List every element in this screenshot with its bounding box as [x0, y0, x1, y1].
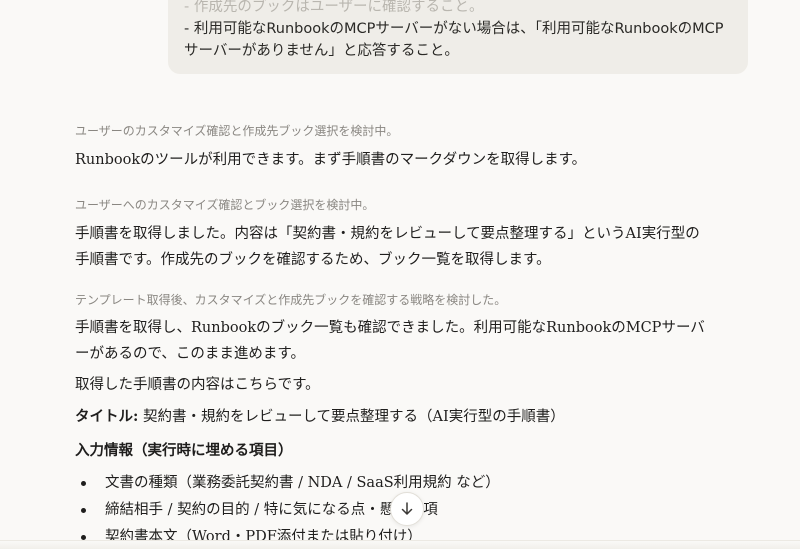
assistant-paragraph: 取得した手順書の内容はこちらです。: [75, 377, 320, 393]
bullet-icon: [81, 508, 86, 513]
thinking-summary[interactable]: ユーザーへのカスタマイズ確認とブック選択を検討中。: [75, 196, 374, 213]
input-items-list: 文書の種類（業務委託契約書 / NDA / SaaS利用規約 など） 締結相手 …: [75, 470, 500, 549]
composer-edge: [0, 540, 800, 549]
chat-conversation: - 作成先のブックはユーザーに確認すること。 - 利用可能なRunbookのMC…: [0, 0, 800, 549]
assistant-paragraph: 手順書を取得し、Runbookのブック一覧も確認できました。利用可能なRunbo…: [75, 315, 725, 367]
paragraph-line: ーがあるので、このまま進めます。: [75, 346, 305, 362]
paragraph-line: 手順書を取得しました。内容は「契約書・規約をレビューして要点整理する」というAI…: [75, 226, 700, 242]
bullet-icon: [81, 481, 86, 486]
list-item: 文書の種類（業務委託契約書 / NDA / SaaS利用規約 など）: [75, 470, 500, 497]
user-message-line: サーバーがありません」と応答すること。: [184, 43, 459, 59]
user-message-line: - 作成先のブックはユーザーに確認すること。: [184, 0, 484, 15]
assistant-paragraph: 手順書を取得しました。内容は「契約書・規約をレビューして要点整理する」というAI…: [75, 221, 725, 273]
assistant-paragraph: Runbookのツールが利用できます。まず手順書のマークダウンを取得します。: [75, 152, 587, 168]
thinking-summary[interactable]: ユーザーのカスタマイズ確認と作成先ブック選択を検討中。: [75, 122, 398, 139]
paragraph-line: 手順書です。作成先のブックを確認するため、ブック一覧を取得します。: [75, 252, 551, 268]
title-value: 契約書・規約をレビューして要点整理する（AI実行型の手順書）: [138, 409, 565, 425]
list-item: 締結相手 / 契約の目的 / 特に気になる点・懸念事項: [75, 497, 500, 524]
section-heading: 入力情報（実行時に埋める項目）: [75, 442, 293, 459]
arrow-down-icon: [401, 502, 413, 515]
title-label: タイトル:: [75, 408, 139, 425]
user-message-line: - 利用可能なRunbookのMCPサーバーがない場合は、「利用可能なRunbo…: [184, 21, 724, 37]
title-line: タイトル: 契約書・規約をレビューして要点整理する（AI実行型の手順書）: [75, 404, 725, 430]
scroll-to-bottom-button[interactable]: [390, 492, 424, 526]
thinking-summary[interactable]: テンプレート取得後、カスタマイズと作成先ブックを確認する戦略を検討した。: [75, 291, 506, 308]
user-message-bubble: - 作成先のブックはユーザーに確認すること。 - 利用可能なRunbookのMC…: [168, 0, 748, 74]
paragraph-line: 手順書を取得し、Runbookのブック一覧も確認できました。利用可能なRunbo…: [75, 320, 705, 336]
